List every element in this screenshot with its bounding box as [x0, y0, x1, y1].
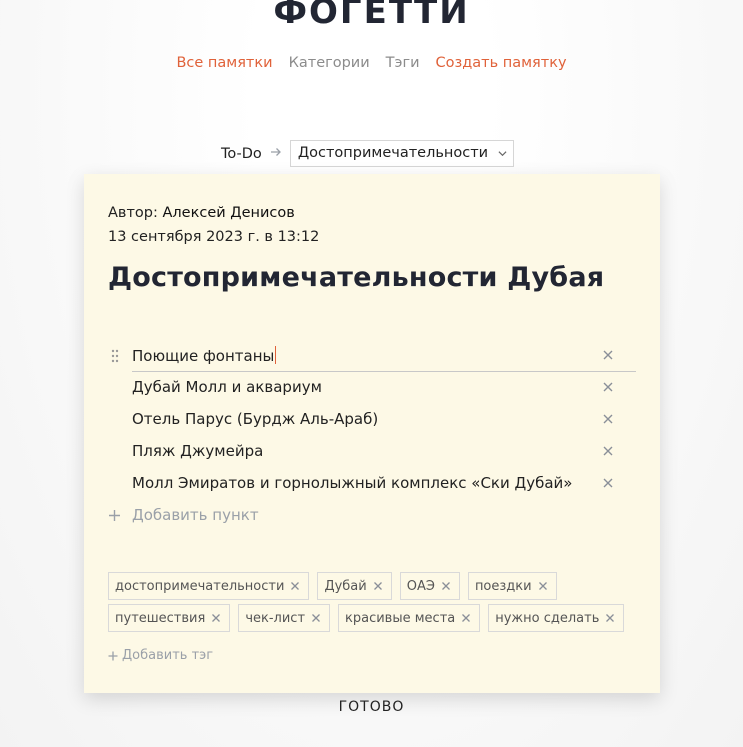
- checklist-item[interactable]: Дубай Молл и аквариум: [108, 372, 636, 404]
- tag-label: достопримечательности: [115, 578, 285, 594]
- close-icon[interactable]: [441, 581, 451, 591]
- tag-chip[interactable]: достопримечательности: [108, 572, 310, 600]
- tag-chip[interactable]: чек-лист: [238, 604, 331, 632]
- close-icon[interactable]: [211, 613, 221, 623]
- chevron-down-icon: [498, 150, 507, 156]
- tag-row: достопримечательности Дубай ОАЭ поездки: [108, 572, 648, 600]
- done-button[interactable]: ГОТОВО: [0, 699, 743, 715]
- nav-all-notes[interactable]: Все памятки: [176, 55, 272, 71]
- close-icon[interactable]: [602, 413, 614, 425]
- checklist-item-text[interactable]: Пляж Джумейра: [132, 442, 263, 460]
- breadcrumb: To-Do Достопримечательности: [221, 140, 515, 167]
- close-icon[interactable]: [461, 613, 471, 623]
- close-icon[interactable]: [602, 445, 614, 457]
- close-icon[interactable]: [311, 613, 321, 623]
- close-icon[interactable]: [605, 613, 615, 623]
- add-tag-label: Добавить тэг: [122, 648, 214, 663]
- tag-label: поездки: [474, 578, 532, 594]
- note-title[interactable]: Достопримечательности Дубая: [108, 262, 604, 293]
- note-author: Автор: Алексей Денисов: [108, 201, 319, 225]
- tag-label: Дубай: [324, 578, 367, 594]
- add-item-label: Добавить пункт: [132, 506, 259, 524]
- tag-list: достопримечательности Дубай ОАЭ поездки …: [108, 572, 648, 636]
- tag-chip[interactable]: Дубай: [317, 572, 392, 600]
- checklist-item-text[interactable]: Дубай Молл и аквариум: [132, 378, 322, 396]
- nav-tags[interactable]: Тэги: [386, 55, 420, 71]
- checklist-item[interactable]: Молл Эмиратов и горнолыжный комплекс «Ск…: [108, 468, 636, 500]
- nav-create-note[interactable]: Создать памятку: [436, 55, 567, 71]
- note-date: 13 сентября 2023 г. в 13:12: [108, 229, 320, 245]
- drag-handle-icon[interactable]: [110, 349, 120, 363]
- checklist-item[interactable]: Пляж Джумейра: [108, 436, 636, 468]
- tag-label: путешествия: [115, 610, 206, 626]
- close-icon[interactable]: [290, 581, 300, 591]
- text-caret: [275, 346, 277, 364]
- tag-chip[interactable]: нужно сделать: [488, 604, 625, 632]
- tag-chip[interactable]: поездки: [467, 572, 557, 600]
- close-icon[interactable]: [602, 349, 614, 361]
- close-icon[interactable]: [538, 581, 548, 591]
- close-icon[interactable]: [602, 381, 614, 393]
- tag-label: красивые места: [345, 610, 456, 626]
- arrow-right-icon: [270, 146, 282, 162]
- main-nav: Все памятки Категории Тэги Создать памят…: [0, 55, 743, 71]
- plus-icon: [109, 509, 120, 521]
- checklist-item-text[interactable]: Молл Эмиратов и горнолыжный комплекс «Ск…: [132, 474, 572, 492]
- tag-label: чек-лист: [245, 610, 306, 626]
- tag-row: путешествия чек-лист красивые места нужн…: [108, 604, 648, 632]
- close-icon[interactable]: [373, 581, 383, 591]
- author-name[interactable]: Алексей Денисов: [162, 205, 294, 221]
- checklist-item-input[interactable]: Поющие фонтаны: [132, 346, 277, 365]
- checklist-item-text[interactable]: Отель Парус (Бурдж Аль-Араб): [132, 410, 378, 428]
- app-logo[interactable]: ФОГЕТТИ: [0, 0, 743, 32]
- tag-label: нужно сделать: [495, 610, 600, 626]
- checklist-item[interactable]: Отель Парус (Бурдж Аль-Араб): [108, 404, 636, 436]
- checklist: Поющие фонтаны Дубай Молл и аквариум Оте…: [108, 340, 636, 500]
- add-tag-button[interactable]: Добавить тэг: [108, 648, 213, 663]
- plus-icon: [108, 651, 118, 660]
- nav-categories[interactable]: Категории: [289, 55, 370, 71]
- checklist-item[interactable]: Поющие фонтаны: [108, 340, 636, 372]
- category-select[interactable]: Достопримечательности: [289, 140, 515, 167]
- close-icon[interactable]: [602, 477, 614, 489]
- tag-chip[interactable]: красивые места: [338, 604, 481, 632]
- note-meta: Автор: Алексей Денисов 13 сентября 2023 …: [108, 201, 319, 249]
- tag-chip[interactable]: путешествия: [108, 604, 231, 632]
- add-item-button[interactable]: Добавить пункт: [108, 506, 259, 524]
- tag-label: ОАЭ: [406, 578, 435, 594]
- category-select-value: Достопримечательности: [297, 145, 489, 161]
- note-card: Автор: Алексей Денисов 13 сентября 2023 …: [84, 174, 660, 693]
- author-label: Автор:: [108, 205, 158, 221]
- breadcrumb-root[interactable]: To-Do: [221, 146, 262, 162]
- tag-chip[interactable]: ОАЭ: [399, 572, 460, 600]
